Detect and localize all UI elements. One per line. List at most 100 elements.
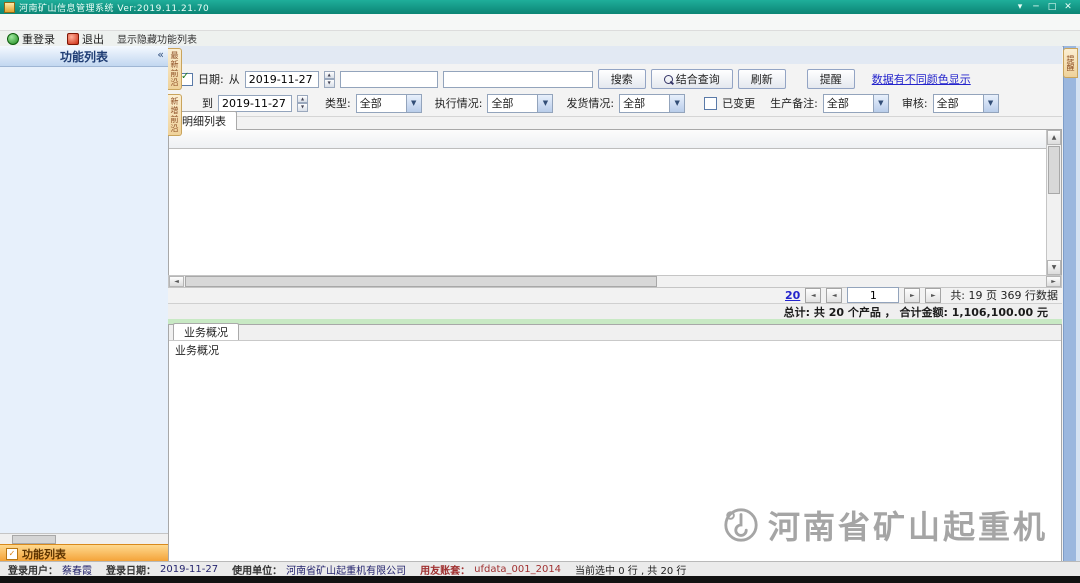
- side-panel-tab-1[interactable]: 最新前沿: [168, 48, 182, 90]
- page-number-input[interactable]: [847, 287, 899, 303]
- search-button[interactable]: 搜索: [598, 69, 646, 89]
- date-label: 日期:: [198, 71, 224, 87]
- chevron-down-icon: [537, 95, 552, 112]
- window-frame-border: [1063, 46, 1076, 562]
- combined-query-button[interactable]: 结合查询: [651, 69, 733, 89]
- company-watermark: 河南省矿山起重机: [722, 502, 1048, 548]
- org-value: 河南省矿山起重机有限公司: [286, 562, 406, 577]
- login-date-value: 2019-11-27: [160, 564, 218, 575]
- window-title: 河南矿山信息管理系统 Ver:2019.11.21.70: [19, 1, 1012, 14]
- sidebar-header: 功能列表 «: [0, 46, 168, 67]
- relogin-button[interactable]: 重登录: [4, 31, 58, 47]
- refresh-button[interactable]: 刷新: [738, 69, 786, 89]
- dropdown-arrow-icon[interactable]: ▾: [1012, 2, 1028, 12]
- chevron-down-icon: [873, 95, 888, 112]
- next-page-button[interactable]: [904, 288, 920, 303]
- watermark-text: 河南省矿山起重机: [768, 502, 1048, 548]
- remind-side-tab[interactable]: 提醒: [1063, 48, 1078, 78]
- tab-business-summary[interactable]: 业务概况: [173, 323, 239, 340]
- toolbar: 重登录 退出 显示隐藏功能列表: [0, 31, 1080, 47]
- relogin-icon: [7, 33, 19, 45]
- production-data-grid: [168, 129, 1062, 276]
- summary-tab-row: 业务概况: [169, 325, 1061, 341]
- to-label: 到: [202, 95, 213, 111]
- grid-vertical-scrollbar[interactable]: [1046, 130, 1061, 275]
- chevron-down-icon: [983, 95, 998, 112]
- type-label: 类型:: [325, 95, 351, 111]
- chevron-down-icon: [669, 95, 684, 112]
- exit-label: 退出: [82, 31, 104, 47]
- chevron-down-icon: [406, 95, 421, 112]
- bottom-black-strip: [0, 576, 1080, 583]
- maximize-button[interactable]: □: [1044, 2, 1060, 12]
- scroll-right-icon[interactable]: [1046, 276, 1061, 287]
- toggle-function-list-button[interactable]: 显示隐藏功能列表: [117, 31, 197, 46]
- relogin-label: 重登录: [22, 31, 55, 47]
- exit-icon: [67, 33, 79, 45]
- filter-panel: 日期: 从 ▲▼ 搜索 结合查询 刷新 提醒 数据有不同颜色显示 到 ▲▼ 类: [168, 64, 1062, 117]
- exit-button[interactable]: 退出: [64, 31, 107, 47]
- date-from-spinner[interactable]: ▲▼: [324, 71, 335, 88]
- selection-info: 当前选中 0 行 , 共 20 行: [575, 562, 686, 577]
- checklist-icon: ✓: [6, 548, 18, 560]
- exec-status-label: 执行情况:: [435, 95, 483, 111]
- changed-label: 已变更: [722, 95, 755, 111]
- login-user-value: 蔡春霞: [62, 562, 92, 577]
- menu-bar: [0, 14, 1080, 31]
- date-from-input[interactable]: [245, 71, 319, 88]
- login-user-label: 登录用户：: [8, 562, 58, 577]
- audit-dropdown[interactable]: 全部: [933, 94, 999, 113]
- pagination-bar: 20 共: 19 页 369 行数据: [168, 287, 1062, 303]
- function-list-dock-button[interactable]: ✓ 功能列表: [0, 544, 168, 562]
- window-titlebar: 河南矿山信息管理系统 Ver:2019.11.21.70 ▾ ─ □ ✕: [0, 0, 1080, 14]
- page-count-info: 共: 19 页 369 行数据: [950, 287, 1058, 303]
- date-to-spinner[interactable]: ▲▼: [297, 95, 308, 112]
- document-tab-strip: [168, 46, 1062, 65]
- ship-status-label: 发货情况:: [566, 95, 614, 111]
- org-label: 使用单位：: [232, 562, 282, 577]
- changed-checkbox[interactable]: [704, 97, 717, 110]
- sidebar-collapse-button[interactable]: «: [157, 48, 164, 61]
- main-area: 最新前沿 新增前沿 日期: 从 ▲▼ 搜索 结合查询 刷新 提醒 数据有不同颜色…: [168, 46, 1062, 562]
- function-list-sidebar: 功能列表 « ✓ 功能列表: [0, 46, 169, 562]
- search-text-input-2[interactable]: [443, 71, 593, 88]
- window-frame-edge: [1076, 46, 1080, 562]
- search-text-input-1[interactable]: [340, 71, 438, 88]
- dock-button-label: 功能列表: [22, 546, 66, 562]
- prod-note-label: 生产备注:: [770, 95, 818, 111]
- exec-status-dropdown[interactable]: 全部: [487, 94, 553, 113]
- ship-status-dropdown[interactable]: 全部: [619, 94, 685, 113]
- type-dropdown[interactable]: 全部: [356, 94, 422, 113]
- prev-page-button[interactable]: [826, 288, 842, 303]
- scroll-up-icon[interactable]: [1047, 130, 1061, 145]
- from-label: 从: [229, 71, 240, 87]
- sidebar-horizontal-scrollbar[interactable]: [0, 533, 168, 544]
- minimize-button[interactable]: ─: [1028, 2, 1044, 12]
- color-hint-link[interactable]: 数据有不同颜色显示: [872, 71, 971, 87]
- totals-text: 总计: 共 20 个产品 ， 合计金额: 1,106,100.00 元: [784, 304, 1048, 320]
- close-button[interactable]: ✕: [1060, 2, 1076, 12]
- account-label: 用友账套：: [420, 562, 470, 577]
- grid-header-row: [169, 130, 1061, 149]
- scrollbar-thumb[interactable]: [1048, 146, 1060, 194]
- scrollbar-thumb[interactable]: [185, 276, 657, 287]
- scroll-left-icon[interactable]: [169, 276, 184, 287]
- audit-label: 审核:: [902, 95, 928, 111]
- function-tree: [0, 67, 168, 533]
- crane-logo-icon: [722, 506, 760, 544]
- login-date-label: 登录日期：: [106, 562, 156, 577]
- remind-button[interactable]: 提醒: [807, 69, 855, 89]
- status-bar: 登录用户： 蔡春霞 登录日期： 2019-11-27 使用单位： 河南省矿山起重…: [0, 561, 1080, 576]
- prod-note-dropdown[interactable]: 全部: [823, 94, 889, 113]
- scroll-down-icon[interactable]: [1047, 260, 1061, 275]
- page-size-link[interactable]: 20: [785, 289, 800, 302]
- summary-title: 业务概况: [169, 341, 1061, 356]
- magnifier-icon: [664, 75, 673, 84]
- date-to-input[interactable]: [218, 95, 292, 112]
- sidebar-title: 功能列表: [60, 48, 108, 65]
- first-page-button[interactable]: [805, 288, 821, 303]
- application-window: 河南矿山信息管理系统 Ver:2019.11.21.70 ▾ ─ □ ✕ 重登录…: [0, 0, 1080, 583]
- side-panel-tab-2[interactable]: 新增前沿: [168, 94, 182, 136]
- app-icon: [4, 2, 15, 13]
- last-page-button[interactable]: [925, 288, 941, 303]
